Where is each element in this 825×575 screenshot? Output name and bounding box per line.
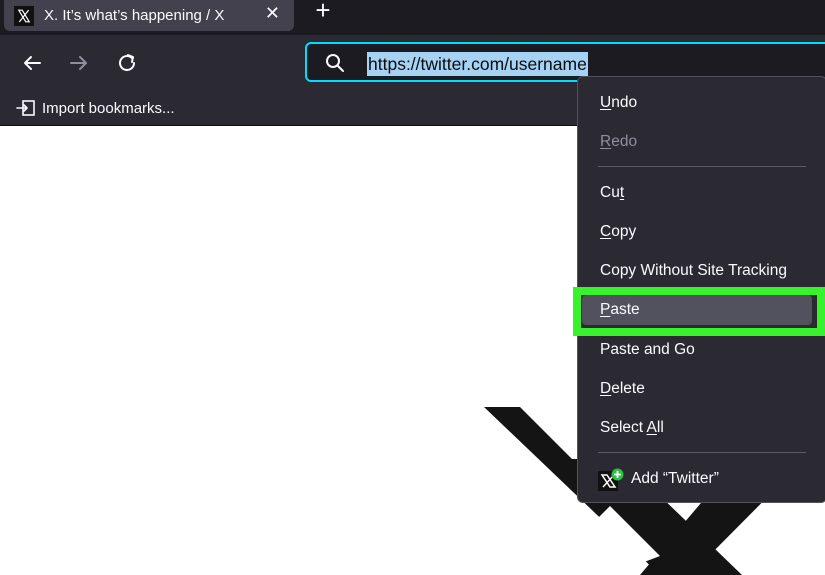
menu-separator	[598, 166, 806, 167]
reload-button[interactable]	[113, 49, 141, 77]
reload-icon	[119, 54, 135, 71]
menu-item-paste-and-go[interactable]: Paste and Go	[600, 338, 695, 362]
tab-title: X. It’s what’s happening / X	[44, 7, 225, 24]
tab-strip: X. It’s what’s happening / X ✕ +	[0, 0, 825, 35]
url-input[interactable]: https://twitter.com/username	[367, 52, 588, 76]
menu-item-add-twitter-search[interactable]: Add “Twitter”	[631, 467, 719, 491]
new-tab-button[interactable]: +	[311, 0, 335, 23]
add-search-engine-icon	[598, 468, 624, 491]
close-tab-icon[interactable]: ✕	[265, 3, 280, 23]
back-arrow-icon	[24, 56, 41, 70]
search-icon	[326, 54, 344, 72]
x-logo-icon	[14, 5, 34, 26]
import-bookmarks-label: Import bookmarks...	[42, 99, 175, 117]
forward-button[interactable]	[65, 49, 93, 77]
import-icon	[16, 100, 35, 116]
tab-twitter[interactable]: X. It’s what’s happening / X ✕	[4, 0, 294, 31]
menu-item-select-all[interactable]: Select All	[600, 416, 664, 440]
menu-item-cut[interactable]: Cut	[600, 181, 624, 205]
menu-item-copy[interactable]: Copy	[600, 220, 636, 244]
menu-separator	[598, 452, 806, 453]
paste-highlight-box	[573, 287, 825, 336]
back-button[interactable]	[18, 49, 46, 77]
menu-item-copy-without-site-tracking[interactable]: Copy Without Site Tracking	[600, 259, 787, 283]
import-bookmarks-button[interactable]: Import bookmarks...	[16, 97, 175, 119]
menu-item-delete[interactable]: Delete	[600, 377, 645, 401]
menu-item-redo[interactable]: Redo	[600, 130, 637, 154]
menu-item-undo[interactable]: Undo	[600, 91, 637, 115]
forward-arrow-icon	[70, 56, 87, 70]
